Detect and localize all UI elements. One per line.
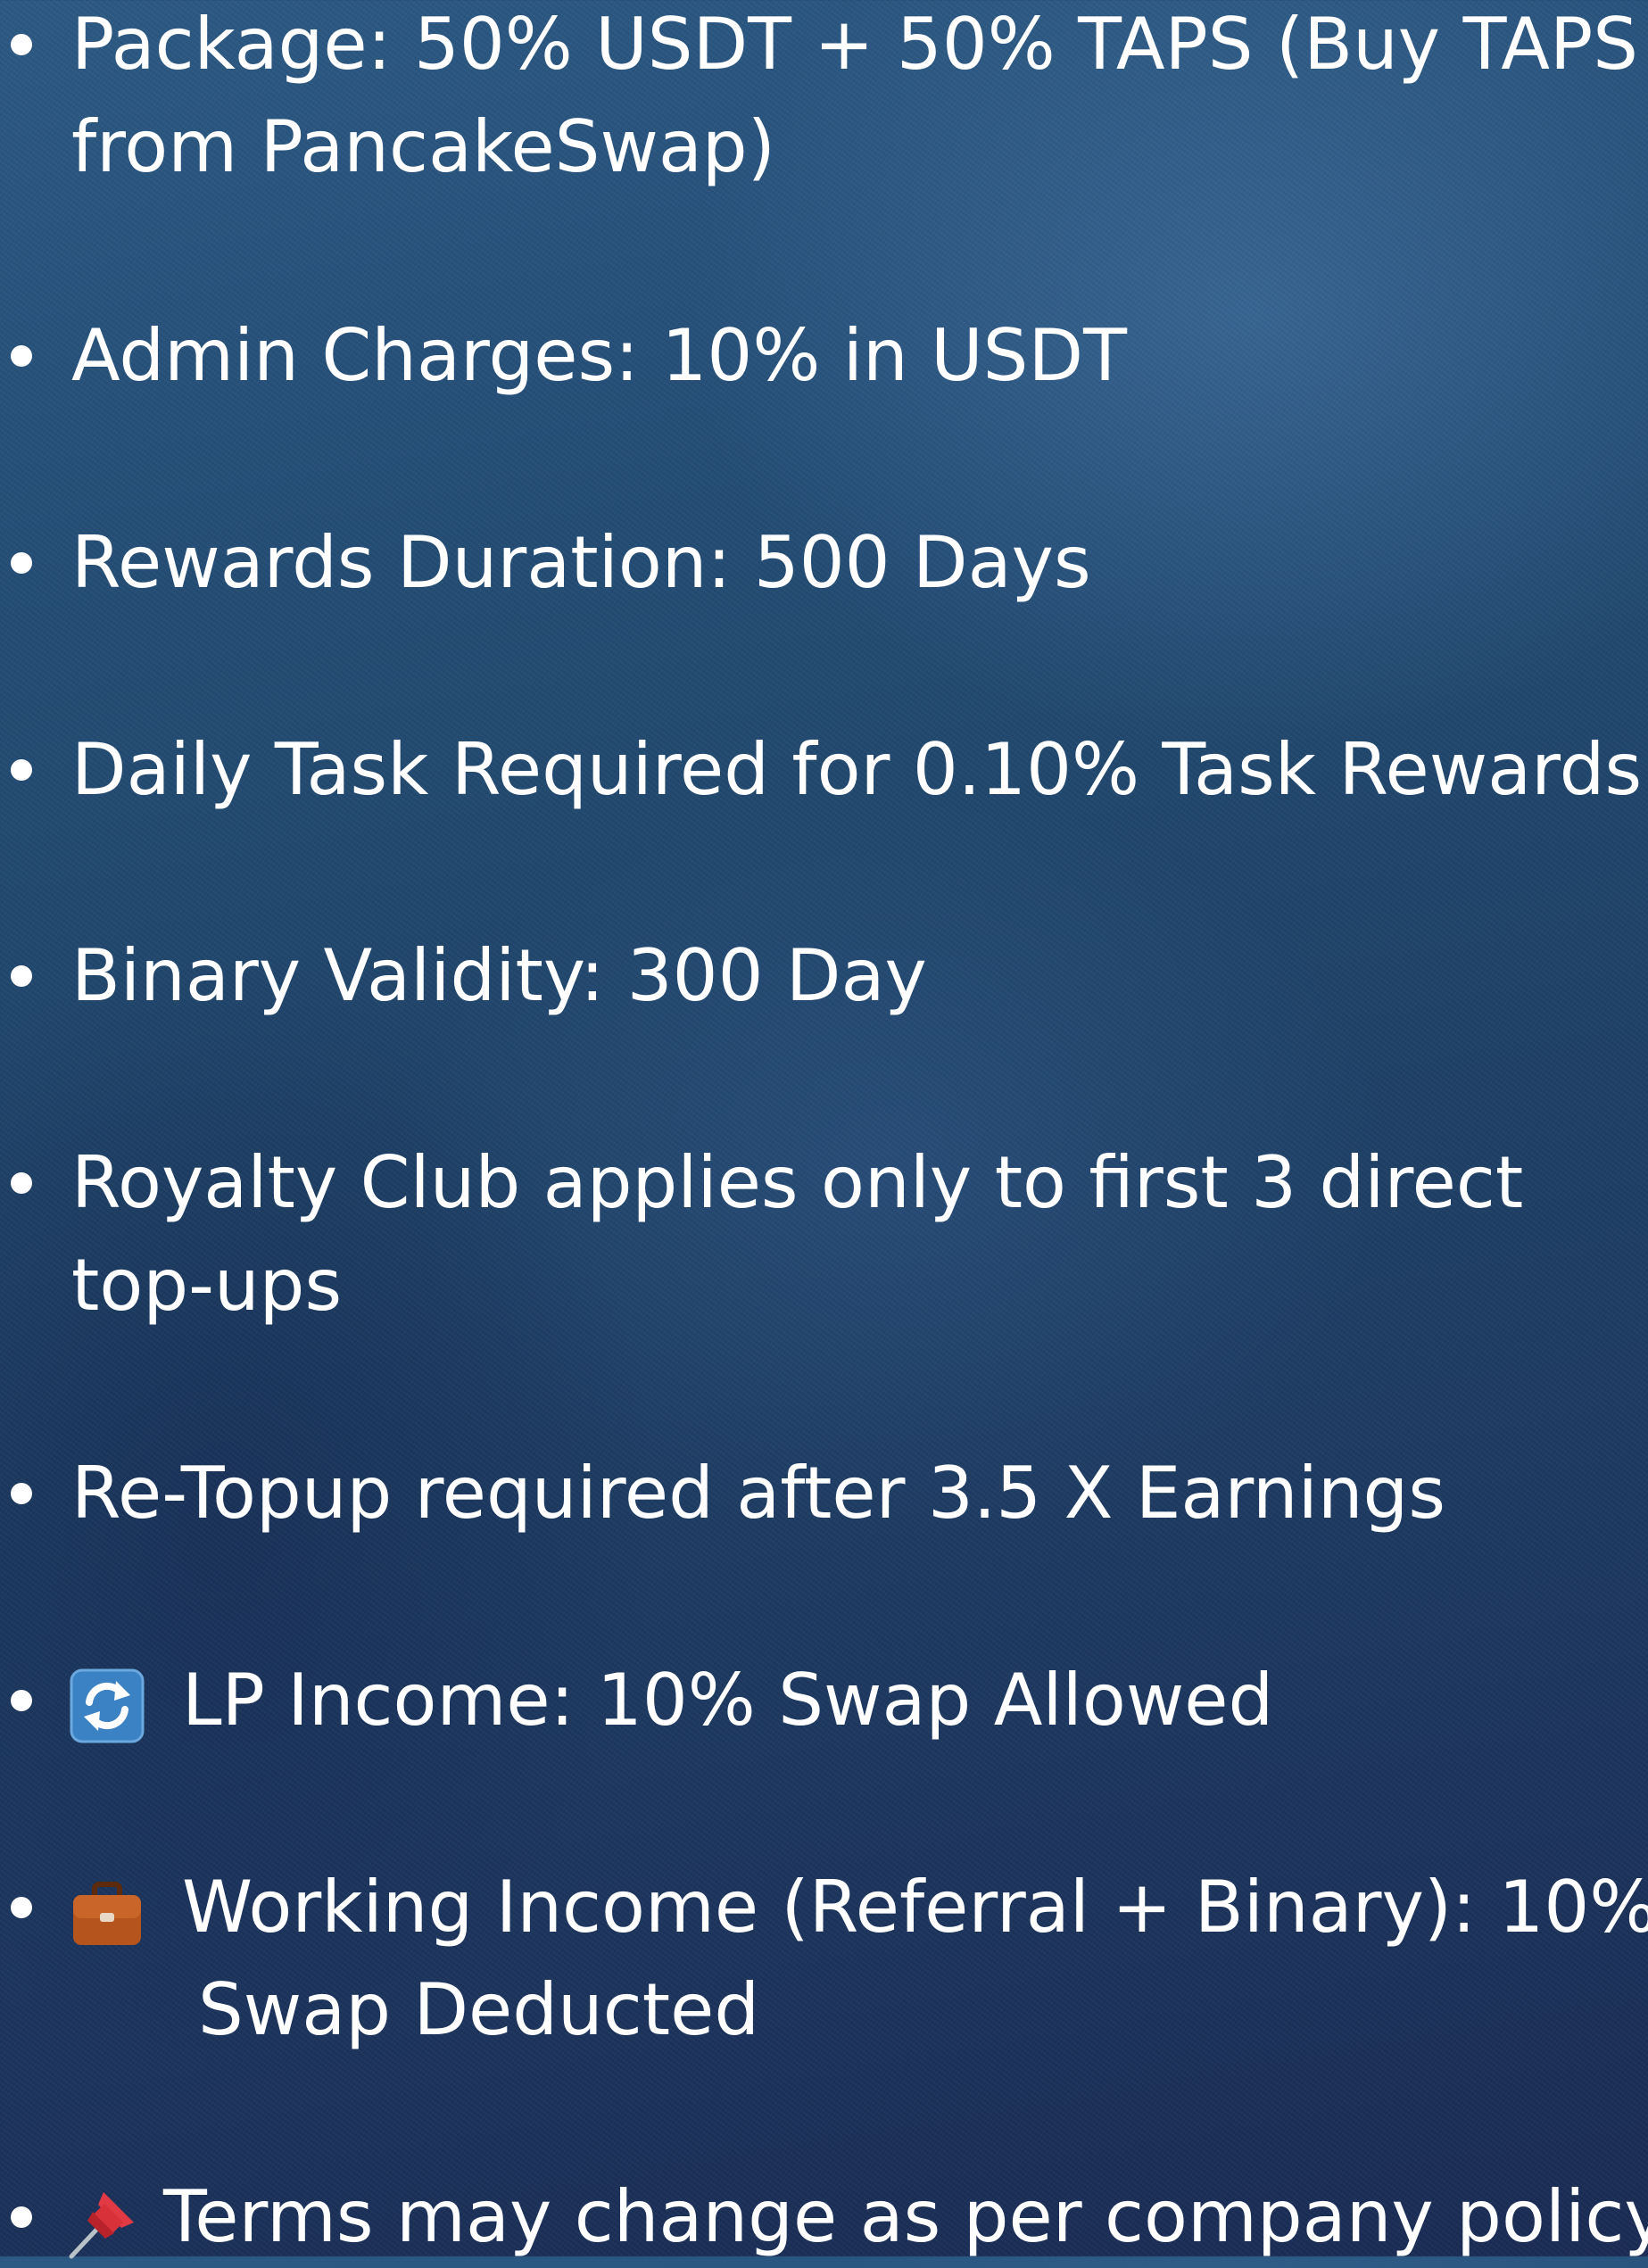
item-text-line-1: Rewards Duration: 500 Days	[71, 521, 1091, 604]
bullet	[11, 759, 32, 781]
arrows-cycle-icon	[70, 1668, 145, 1743]
bullet	[11, 2206, 32, 2228]
bullet	[11, 1483, 32, 1504]
bullet	[11, 965, 32, 987]
item-text-line-1: Royalty Club applies only to first 3 dir…	[71, 1141, 1524, 1224]
bullet	[11, 345, 32, 367]
briefcase-icon	[73, 1882, 141, 1945]
item-text-line-1: LP Income: 10% Swap Allowed	[182, 1659, 1274, 1742]
bullet	[11, 34, 32, 55]
bullet	[11, 1690, 32, 1711]
bullet	[11, 552, 32, 574]
item-text-line-1: Re-Topup required after 3.5 X Earnings	[71, 1452, 1445, 1535]
pushpin-icon	[69, 2192, 134, 2259]
item-text-line-1: Daily Task Required for 0.10% Task Rewar…	[71, 728, 1643, 811]
bullet	[11, 1897, 32, 1918]
item-text-line-2: Swap Deducted	[198, 1968, 760, 2051]
item-text-line-1: Binary Validity: 300 Day	[71, 934, 927, 1017]
item-text-line-1: Admin Charges: 10% in USDT	[71, 314, 1127, 397]
item-text-line-2: from PancakeSwap)	[71, 105, 775, 188]
item-text-line-1: Package: 50% USDT + 50% TAPS (Buy TAPS	[71, 3, 1638, 86]
item-text-line-1: Working Income (Referral + Binary): 10%	[182, 1866, 1648, 1949]
item-text-line-1: Terms may change as per company policy	[163, 2175, 1648, 2258]
item-text-line-2: top-ups	[71, 1244, 343, 1327]
bullet	[11, 1172, 32, 1194]
